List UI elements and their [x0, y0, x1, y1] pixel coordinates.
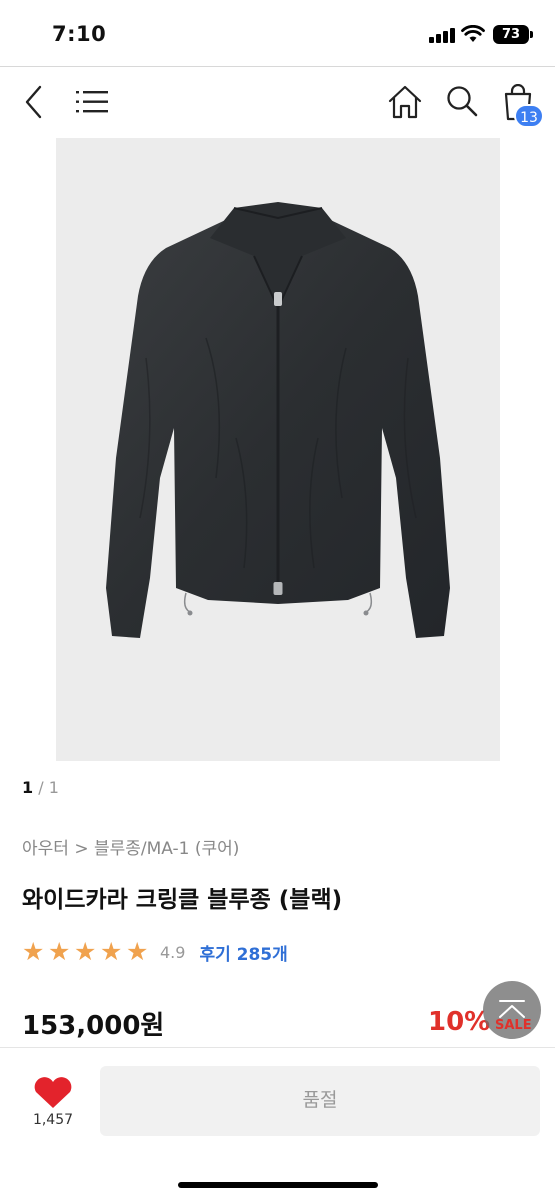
- bottom-divider: [0, 1047, 555, 1048]
- pager-total: 1: [48, 778, 59, 797]
- star-icon: ★: [48, 937, 71, 966]
- image-pager: 1 / 1: [22, 778, 59, 797]
- top-divider: [0, 66, 555, 67]
- status-time: 7:10: [52, 22, 107, 46]
- rating-value: 4.9: [160, 942, 186, 962]
- status-bar: 7:10 73: [0, 0, 555, 68]
- product-price: 153,000원: [22, 1011, 165, 1041]
- home-indicator: [178, 1182, 378, 1188]
- pager-current: 1: [22, 778, 34, 797]
- search-icon[interactable]: [444, 84, 480, 120]
- star-icon: ★: [126, 937, 149, 966]
- cart-count-badge: 13: [514, 104, 544, 128]
- hamburger-menu-icon[interactable]: [76, 88, 108, 116]
- back-chevron-icon[interactable]: [20, 84, 50, 120]
- heart-icon: [34, 1077, 72, 1108]
- jacket-illustration: [106, 202, 450, 638]
- wishlist-button[interactable]: [30, 1076, 76, 1114]
- battery-cap: [530, 31, 533, 38]
- wishlist-count: 1,457: [32, 1112, 74, 1128]
- star-icon: ★: [22, 937, 45, 966]
- star-icon: ★: [100, 937, 123, 966]
- sold-out-button[interactable]: 품절: [100, 1066, 540, 1136]
- home-icon[interactable]: [387, 84, 423, 120]
- wifi-icon: [461, 25, 485, 42]
- battery-indicator: 73: [493, 25, 529, 44]
- product-title: 와이드카라 크링클 블루종 (블랙): [22, 887, 343, 913]
- star-rating: ★ ★ ★ ★ ★: [22, 937, 151, 966]
- sale-label: SALE: [495, 1018, 532, 1033]
- star-icon: ★: [74, 937, 97, 966]
- rating-row: ★ ★ ★ ★ ★ 4.9 후기 285개: [22, 939, 288, 965]
- product-image[interactable]: [56, 138, 500, 761]
- review-count-link[interactable]: 후기 285개: [199, 940, 287, 965]
- top-navigation: 13: [0, 72, 555, 136]
- cellular-signal-icon: [429, 27, 455, 43]
- category-breadcrumb[interactable]: 아우터 > 블루종/MA-1 (쿠어): [22, 834, 239, 859]
- discount-rate: 10%: [428, 1007, 491, 1037]
- pager-separator: /: [33, 778, 49, 797]
